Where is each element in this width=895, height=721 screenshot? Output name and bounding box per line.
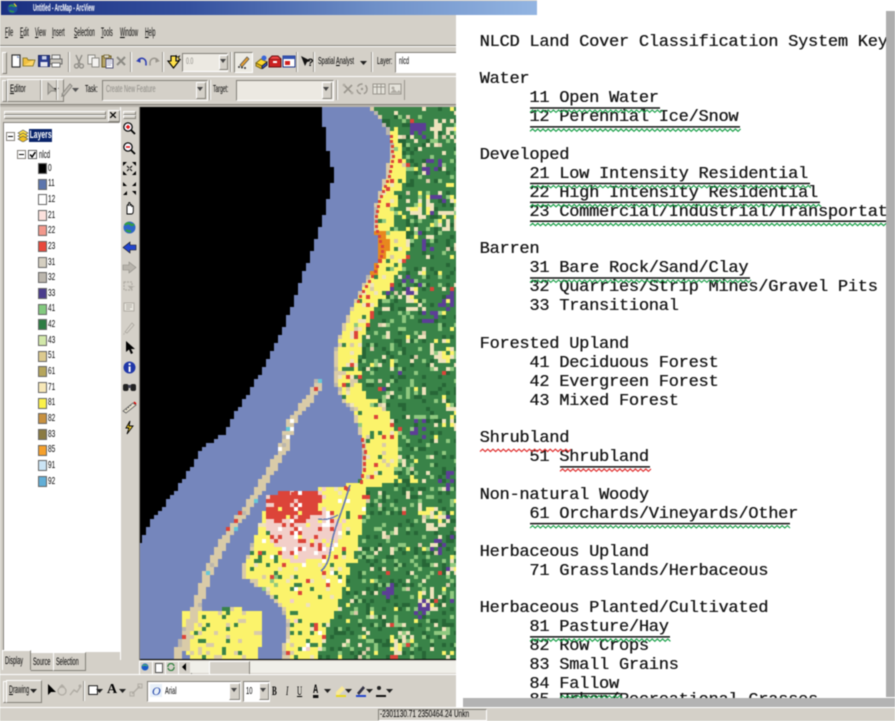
svg-text:O: O: [152, 684, 161, 697]
